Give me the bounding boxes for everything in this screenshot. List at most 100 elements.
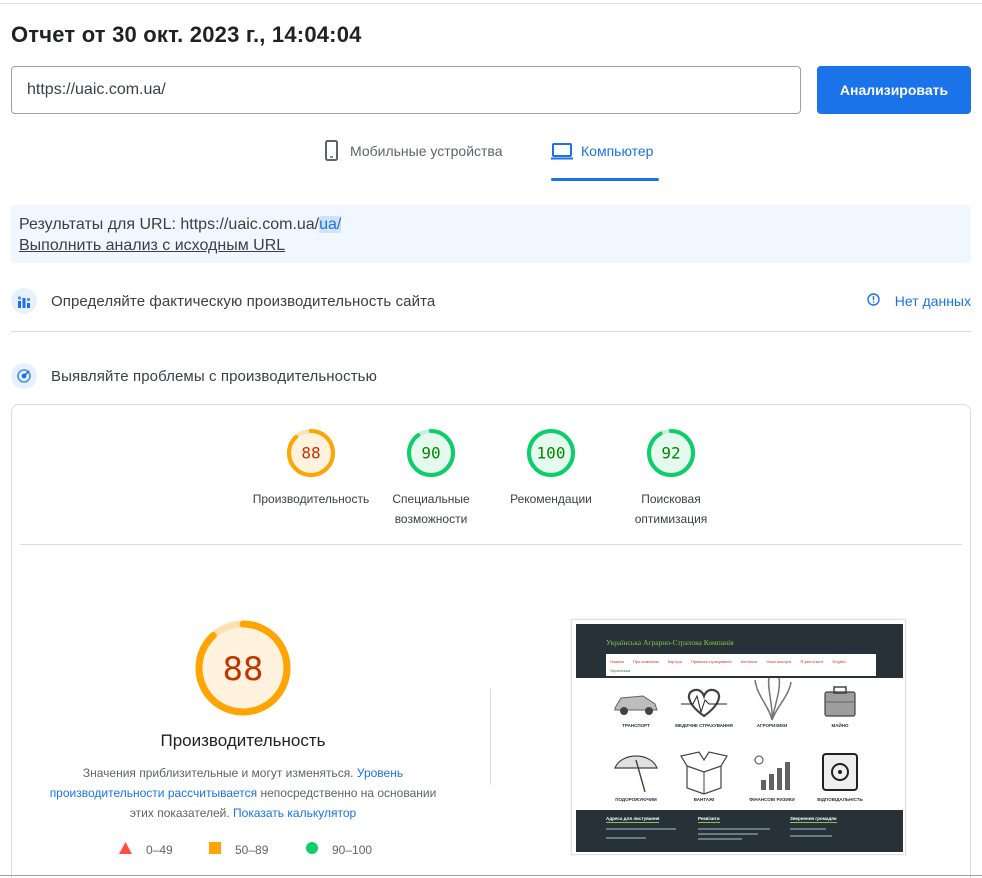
- score-ring-best-practices: 100: [527, 429, 575, 477]
- score-label-accessibility-2: возможности: [394, 512, 468, 526]
- ss-footer-text: [790, 828, 826, 830]
- ss-product-label: ТРАНСПОРТ: [622, 723, 650, 728]
- ss-nav-item: Наші послуги: [766, 659, 792, 664]
- square-icon: [209, 842, 221, 857]
- analyze-button[interactable]: Анализировать: [817, 66, 971, 114]
- plant-icon: [754, 677, 792, 721]
- lab-data-icon: [11, 363, 37, 389]
- section-divider: [11, 331, 971, 332]
- card-divider: [20, 544, 962, 545]
- score-label-accessibility-1: Специальные: [392, 492, 470, 506]
- ss-footer-title: Адреса для листування: [606, 816, 660, 823]
- legend-average: 50–89: [209, 842, 268, 857]
- triangle-icon: [119, 842, 132, 857]
- smartphone-icon: [322, 140, 342, 165]
- umbrella-icon: [614, 755, 658, 793]
- legend-fail: 0–49: [119, 842, 173, 857]
- ss-product: АГРОРИЗИКИ: [742, 676, 802, 728]
- lab-data-section: Выявляйте проблемы с производительностью: [11, 363, 971, 389]
- score-value-seo: 92: [661, 444, 680, 463]
- laptop-icon: [551, 140, 573, 165]
- ss-product-label: ПОДОРОЖУЮЧИМ: [615, 797, 657, 802]
- legend-pass: 90–100: [306, 842, 372, 857]
- ss-product: МЕДИЧНЕ СТРАХУВАННЯ: [674, 682, 734, 728]
- ss-footer-text: [790, 835, 832, 837]
- performance-title: Производительность: [160, 731, 326, 750]
- ss-footer-text: [698, 838, 742, 840]
- performance-ring-large: 88: [195, 620, 291, 716]
- ss-nav-item: Українська: [610, 668, 631, 673]
- url-input[interactable]: [11, 66, 801, 114]
- score-value-performance: 88: [301, 444, 320, 463]
- score-ring-performance: 88: [287, 429, 335, 477]
- score-gauge-accessibility[interactable]: 90 Специальные возможности: [371, 429, 491, 529]
- ss-footer-text: [698, 828, 770, 830]
- ss-product: ФІНАНСОВІ РИЗИКИ: [742, 750, 802, 802]
- ss-nav-item: Контакти: [740, 659, 758, 664]
- tab-desktop[interactable]: Компьютер: [551, 140, 653, 181]
- url-info-banner: Результаты для URL: https://uaic.com.ua/…: [11, 205, 971, 263]
- url-redirect-highlight: ua/: [319, 216, 342, 233]
- ss-product-label: ВАНТАЖІ: [693, 797, 715, 802]
- ss-footer-title: Звернення громадян: [790, 816, 837, 823]
- perf-desc-text-1: Значения приблизительные и могут изменят…: [82, 766, 354, 780]
- info-icon: [867, 293, 880, 309]
- score-label-seo-1: Поисковая: [641, 492, 701, 506]
- legend-average-label: 50–89: [235, 842, 269, 857]
- ss-nav-item: Правила страхування: [691, 659, 732, 664]
- ss-product-label: МАЙНО: [831, 723, 849, 728]
- ss-footer-title: Реквізити: [698, 816, 720, 823]
- score-value-accessibility: 90: [421, 444, 440, 463]
- car-icon: [614, 695, 658, 715]
- heart-icon: [681, 688, 727, 718]
- circle-icon: [306, 842, 318, 857]
- ss-footer-text: [606, 837, 646, 839]
- active-tab-indicator: [551, 178, 659, 181]
- lab-results-card: 88 Производительность 90 Специальные возм…: [11, 404, 971, 878]
- show-calculator-link[interactable]: Показать калькулятор: [233, 806, 356, 820]
- score-value-best-practices: 100: [537, 444, 566, 463]
- ss-footer-text: [606, 828, 676, 830]
- tab-mobile-label: Мобильные устройства: [350, 143, 503, 159]
- box-icon: [680, 751, 728, 795]
- score-ring-seo: 92: [647, 429, 695, 477]
- field-data-title: Определяйте фактическую производительнос…: [51, 292, 436, 310]
- score-label-performance: Производительность: [252, 492, 370, 506]
- suitcase-icon: [824, 686, 856, 717]
- legend-pass-label: 90–100: [332, 842, 373, 857]
- score-ring-accessibility: 90: [407, 429, 455, 477]
- ss-brand: Українська Аграрно-Страхова Компанія: [606, 638, 734, 647]
- ss-product: ВІДПОВІДАЛЬНІСТЬ: [810, 750, 870, 802]
- performance-score-large: 88: [223, 650, 264, 688]
- ss-footer-text: [698, 833, 758, 835]
- performance-gauge-large: 88: [195, 620, 291, 721]
- field-data-icon: [11, 288, 37, 314]
- score-gauge-performance[interactable]: 88 Производительность: [251, 429, 371, 509]
- ss-product: ПОДОРОЖУЮЧИМ: [606, 750, 666, 802]
- score-label-seo-2: оптимизация: [634, 512, 708, 526]
- tab-mobile[interactable]: Мобильные устройства: [322, 140, 503, 181]
- ss-footer: Адреса для листування Реквізити Зверненн…: [576, 810, 903, 852]
- score-gauge-best-practices[interactable]: 100 Рекомендации: [491, 429, 611, 509]
- score-label-best-practices: Рекомендации: [510, 492, 592, 506]
- no-data-label: Нет данных: [894, 293, 971, 309]
- ss-nav-item: Новини: [610, 659, 624, 664]
- score-gauge-seo[interactable]: 92 Поисковая оптимизация: [611, 429, 731, 529]
- legend-fail-label: 0–49: [146, 842, 173, 857]
- field-data-section[interactable]: Определяйте фактическую производительнос…: [11, 288, 971, 314]
- performance-description: Значения приблизительные и могут изменят…: [44, 763, 442, 823]
- final-screenshot: Українська Аграрно-Страхова Компанія Нов…: [571, 619, 906, 855]
- ss-header: Українська Аграрно-Страхова Компанія Нов…: [576, 624, 903, 678]
- ss-product: МАЙНО: [810, 682, 870, 728]
- ss-product-label: МЕДИЧНЕ СТРАХУВАННЯ: [675, 723, 733, 728]
- analyze-original-url-link[interactable]: Выполнить анализ с исходным URL: [19, 237, 285, 254]
- ss-nav-item: English: [832, 659, 846, 664]
- ss-nav-item: Кар'єра: [667, 659, 682, 664]
- vertical-divider: [490, 689, 491, 785]
- ss-product-label: АГРОРИЗИКИ: [756, 723, 788, 728]
- no-data-indicator[interactable]: Нет данных: [867, 293, 971, 309]
- tab-desktop-label: Компьютер: [581, 143, 654, 159]
- lab-data-title: Выявляйте проблемы с производительностью: [51, 367, 377, 385]
- report-title: Отчет от 30 окт. 2023 г., 14:04:04: [11, 22, 362, 47]
- ss-product-label: ФІНАНСОВІ РИЗИКИ: [749, 797, 795, 802]
